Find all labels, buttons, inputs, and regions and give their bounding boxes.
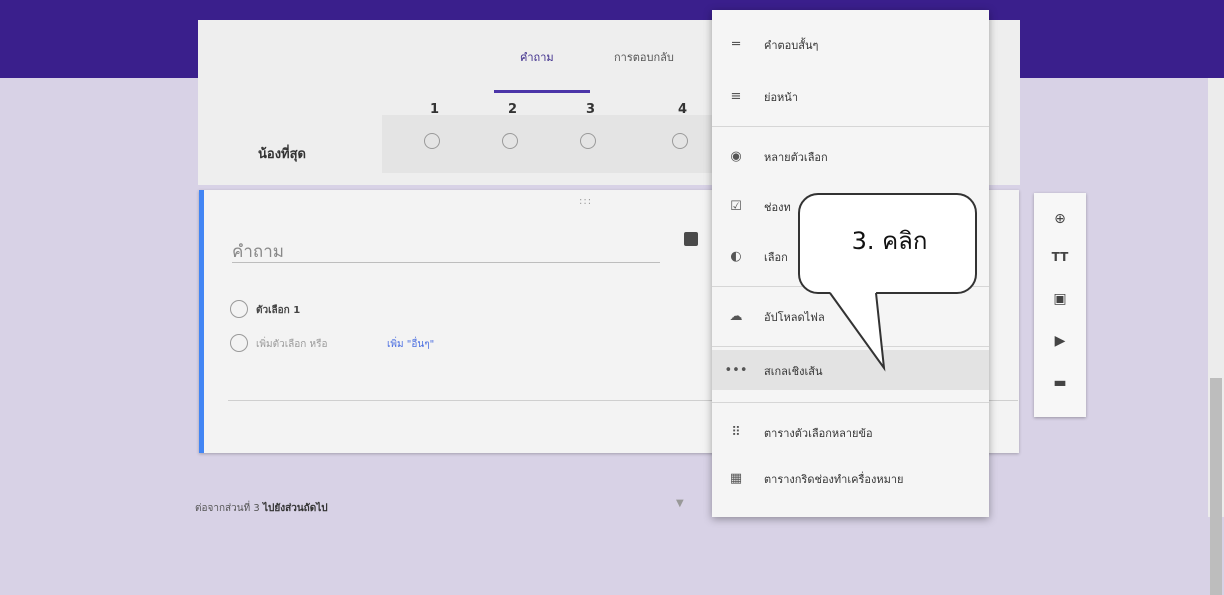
checkbox-grid-icon: ▦ (729, 470, 743, 486)
drag-handle-icon[interactable]: ::: (579, 196, 592, 207)
menu-item-label: อัปโหลดไฟล (764, 311, 825, 324)
scale-radio-2[interactable] (502, 133, 518, 149)
scale-radio-3[interactable] (580, 133, 596, 149)
menu-item-label: สเกลเชิงเส้น (764, 365, 823, 378)
tab-questions[interactable]: คำถาม (520, 48, 554, 66)
paragraph-icon: ≡ (730, 88, 742, 104)
question-title-input[interactable]: คำถาม (232, 238, 284, 265)
callout-text: 3. คลิก (851, 227, 928, 255)
question-underline (232, 262, 660, 263)
section-next-select[interactable]: ไปยังส่วนถัดไป (263, 501, 328, 516)
tab-responses[interactable]: การตอบกลับ (614, 48, 674, 66)
menu-item-label: ย่อหน้า (764, 91, 798, 104)
scale-radio-4[interactable] (672, 133, 688, 149)
menu-item-paragraph[interactable]: ≡ ย่อหน้า (712, 76, 989, 116)
menu-item-multiple-choice-grid[interactable]: ⠿ ตารางตัวเลือกหลายข้อ (712, 412, 989, 452)
scale-row-label: น้องที่สุด (258, 147, 306, 162)
dropdown-icon: ◐ (730, 248, 742, 264)
add-title-icon[interactable]: TT (1050, 247, 1070, 267)
radio-icon: ◉ (730, 148, 742, 164)
menu-item-label: ตารางตัวเลือกหลายข้อ (764, 427, 873, 440)
side-toolbar: ⊕ TT ▣ ▶ ▬ (1034, 193, 1086, 417)
add-option-radio-icon (230, 334, 248, 352)
menu-item-multiple-choice[interactable]: ◉ หลายตัวเลือก (712, 136, 989, 176)
add-question-icon[interactable]: ⊕ (1050, 209, 1070, 229)
grid-icon: ⠿ (731, 424, 741, 440)
annotation-callout: 3. คลิก (798, 193, 977, 294)
scale-radio-1[interactable] (424, 133, 440, 149)
upload-icon: ☁ (729, 308, 743, 324)
add-image-icon[interactable]: ▣ (1050, 289, 1070, 309)
menu-divider (712, 402, 989, 403)
chevron-down-icon[interactable]: ▼ (676, 498, 684, 509)
add-other-link[interactable]: เพิ่ม "อื่นๆ" (387, 337, 434, 352)
short-answer-icon: ═ (732, 36, 740, 52)
checkbox-icon: ☑ (730, 198, 742, 214)
scrollbar[interactable] (1208, 78, 1224, 595)
add-option-label[interactable]: เพิ่มตัวเลือก หรือ (256, 337, 327, 352)
menu-item-label: หลายตัวเลือก (764, 151, 828, 164)
scrollbar-thumb[interactable] (1210, 378, 1222, 595)
menu-item-short-answer[interactable]: ═ คำตอบสั้นๆ (712, 24, 989, 64)
active-tab-indicator (494, 90, 590, 93)
menu-item-label: คำตอบสั้นๆ (764, 39, 819, 52)
callout-tail (829, 292, 886, 372)
menu-item-label: ตารางกริดช่องทำเครื่องหมาย (764, 473, 904, 486)
option-radio-icon (230, 300, 248, 318)
linear-scale-icon: ••• (724, 362, 748, 378)
section-after-label: ต่อจากส่วนที่ 3 (195, 503, 260, 514)
menu-divider (712, 126, 989, 127)
menu-item-label: เลือก (764, 251, 788, 264)
add-section-icon[interactable]: ▬ (1050, 373, 1070, 393)
menu-item-label: ช่องท (764, 201, 791, 214)
menu-item-checkbox-grid[interactable]: ▦ ตารางกริดช่องทำเครื่องหมาย (712, 458, 989, 498)
option-1-label[interactable]: ตัวเลือก 1 (256, 303, 300, 318)
add-image-icon[interactable] (684, 232, 698, 246)
add-video-icon[interactable]: ▶ (1050, 331, 1070, 351)
